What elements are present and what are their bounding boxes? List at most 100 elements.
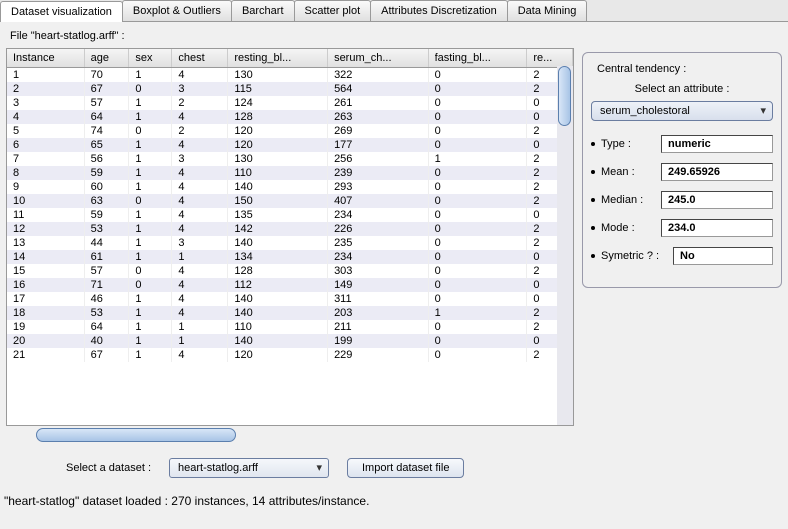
table-cell: 3 [172,236,228,250]
table-cell: 0 [428,334,527,348]
table-cell: 21 [7,348,84,362]
central-tendency-panel: Central tendency : Select an attribute :… [582,52,782,288]
table-row[interactable]: 3571212426100 [7,96,573,110]
table-row[interactable]: 19641111021102 [7,320,573,334]
tab-attributes-discretization[interactable]: Attributes Discretization [370,0,508,21]
table-cell: 11 [7,208,84,222]
column-header[interactable]: age [84,49,129,68]
table-cell: 203 [328,306,429,320]
table-cell: 407 [328,194,429,208]
table-row[interactable]: 13441314023502 [7,236,573,250]
table-cell: 65 [84,138,129,152]
table-cell: 322 [328,68,429,83]
tab-barchart[interactable]: Barchart [231,0,295,21]
column-header[interactable]: resting_bl... [228,49,328,68]
table-cell: 19 [7,320,84,334]
table-cell: 40 [84,334,129,348]
table-row[interactable]: 1701413032202 [7,68,573,83]
column-header[interactable]: Instance [7,49,84,68]
table-cell: 149 [328,278,429,292]
table-row[interactable]: 18531414020312 [7,306,573,320]
table-cell: 0 [428,264,527,278]
table-cell: 226 [328,222,429,236]
table-cell: 140 [228,236,328,250]
table-row[interactable]: 6651412017700 [7,138,573,152]
table-cell: 1 [129,96,172,110]
table-cell: 71 [84,278,129,292]
table-cell: 1 [129,152,172,166]
tab-boxplot-outliers[interactable]: Boxplot & Outliers [122,0,232,21]
table-row[interactable]: 4641412826300 [7,110,573,124]
attribute-select[interactable]: serum_cholestoral [591,101,773,121]
table-row[interactable]: 16710411214900 [7,278,573,292]
table-row[interactable]: 17461414031100 [7,292,573,306]
import-dataset-button[interactable]: Import dataset file [347,458,464,478]
horizontal-scrollbar[interactable] [14,428,566,444]
table-cell: 1 [129,208,172,222]
table-row[interactable]: 21671412022902 [7,348,573,362]
table-cell: 67 [84,82,129,96]
table-cell: 0 [428,138,527,152]
table-row[interactable]: 9601414029302 [7,180,573,194]
mean-label: Mean : [601,166,635,178]
table-cell: 15 [7,264,84,278]
table-cell: 1 [129,68,172,83]
table-cell: 0 [428,292,527,306]
table-cell: 4 [7,110,84,124]
file-label: File "heart-statlog.arff" : [10,30,574,42]
table-cell: 120 [228,138,328,152]
select-dataset-label: Select a dataset : [66,462,151,474]
table-cell: 0 [428,124,527,138]
table-cell: 128 [228,110,328,124]
table-cell: 63 [84,194,129,208]
table-cell: 0 [428,320,527,334]
table-cell: 1 [428,306,527,320]
table-row[interactable]: 7561313025612 [7,152,573,166]
table-cell: 110 [228,166,328,180]
table-cell: 1 [129,250,172,264]
table-cell: 4 [172,68,228,83]
dataset-select[interactable]: heart-statlog.arff [169,458,329,478]
table-cell: 0 [428,180,527,194]
table-cell: 13 [7,236,84,250]
column-header[interactable]: re... [527,49,573,68]
table-cell: 9 [7,180,84,194]
table-row[interactable]: 10630415040702 [7,194,573,208]
tab-data-mining[interactable]: Data Mining [507,0,588,21]
table-cell: 0 [428,250,527,264]
table-cell: 211 [328,320,429,334]
table-cell: 61 [84,250,129,264]
column-header[interactable]: serum_ch... [328,49,429,68]
column-header[interactable]: sex [129,49,172,68]
table-cell: 56 [84,152,129,166]
table-row[interactable]: 5740212026902 [7,124,573,138]
table-cell: 564 [328,82,429,96]
vertical-scrollbar[interactable] [557,66,573,425]
type-value: numeric [661,135,773,153]
table-row[interactable]: 12531414222602 [7,222,573,236]
table-cell: 4 [172,166,228,180]
median-value: 245.0 [661,191,773,209]
mean-value: 249.65926 [661,163,773,181]
column-header[interactable]: fasting_bl... [428,49,527,68]
table-cell: 18 [7,306,84,320]
table-row[interactable]: 2670311556402 [7,82,573,96]
table-row[interactable]: 14611113423400 [7,250,573,264]
table-cell: 134 [228,250,328,264]
table-cell: 2 [172,96,228,110]
data-table-wrap: Instanceagesexchestresting_bl...serum_ch… [6,48,574,426]
table-cell: 70 [84,68,129,83]
table-cell: 14 [7,250,84,264]
table-row[interactable]: 11591413523400 [7,208,573,222]
table-row[interactable]: 15570412830302 [7,264,573,278]
tab-scatter-plot[interactable]: Scatter plot [294,0,372,21]
tab-dataset-visualization[interactable]: Dataset visualization [0,1,123,22]
column-header[interactable]: chest [172,49,228,68]
table-cell: 0 [428,194,527,208]
table-row[interactable]: 8591411023902 [7,166,573,180]
table-cell: 177 [328,138,429,152]
table-cell: 10 [7,194,84,208]
table-row[interactable]: 20401114019900 [7,334,573,348]
table-cell: 60 [84,180,129,194]
table-cell: 57 [84,96,129,110]
